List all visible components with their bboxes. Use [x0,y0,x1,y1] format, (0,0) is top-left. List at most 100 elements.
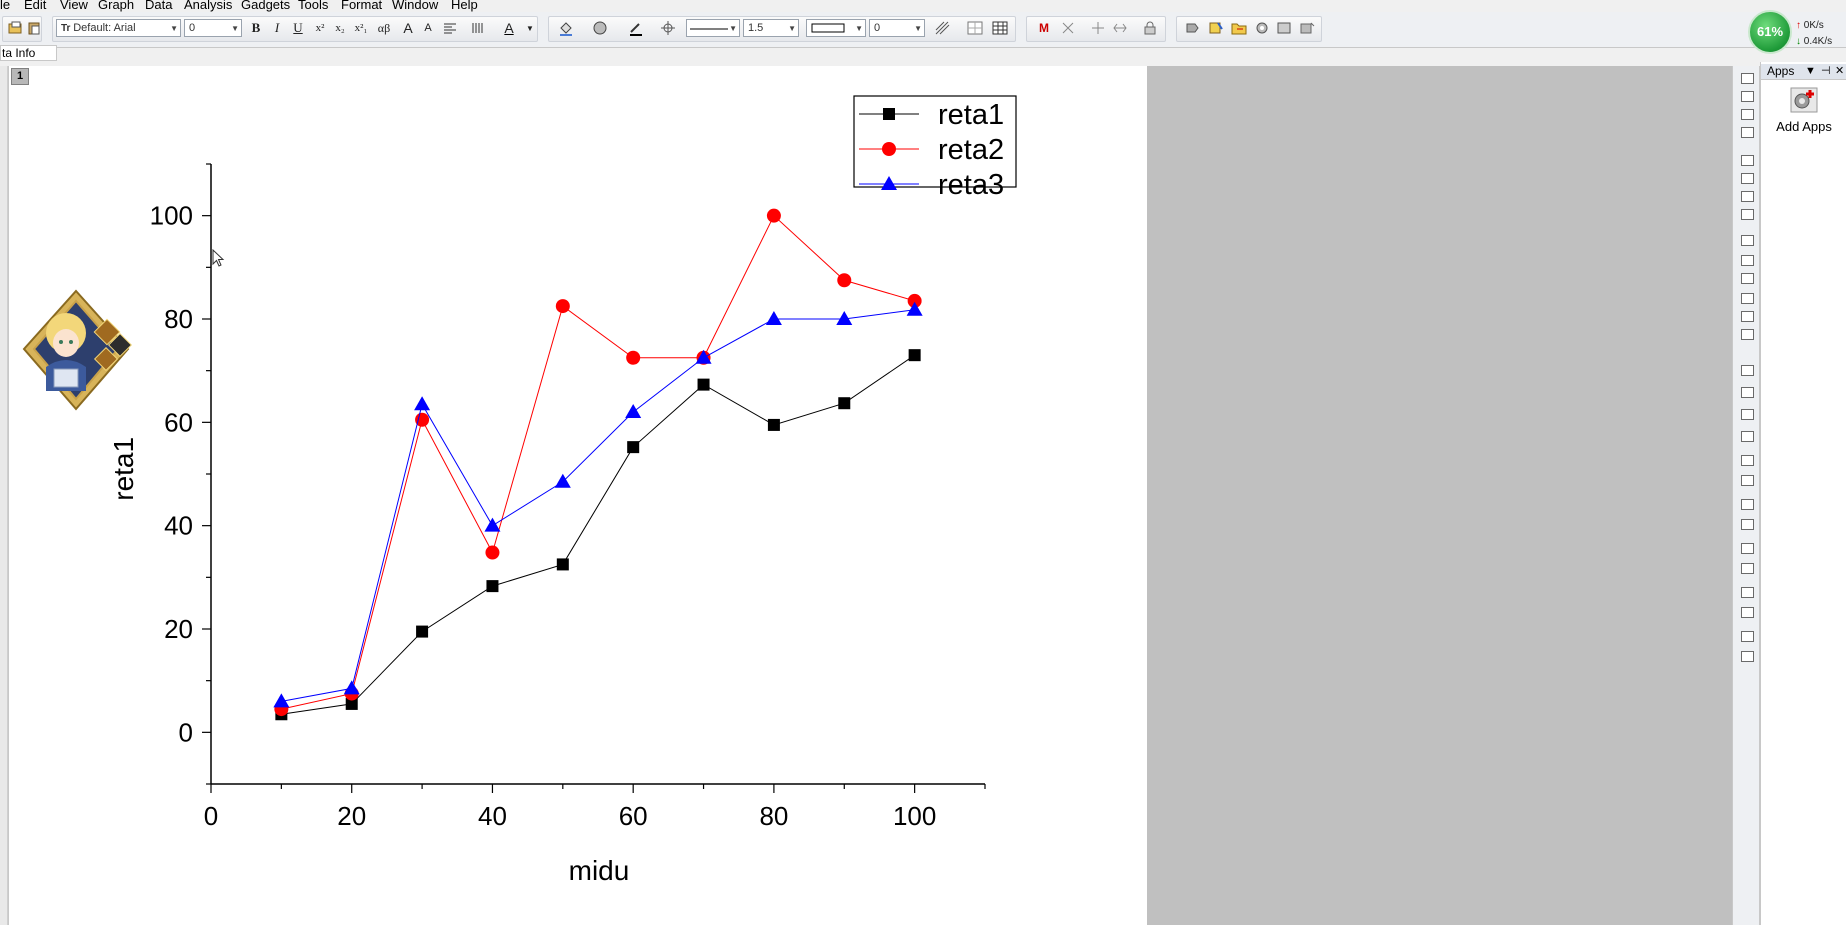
mask-icon[interactable]: M [1034,18,1054,38]
data-point[interactable] [767,418,780,431]
font-size-select[interactable]: 0 ▼ [184,19,242,37]
symbol-icon[interactable] [658,18,678,38]
table-icon[interactable] [990,18,1010,38]
data-point[interactable] [556,558,569,571]
border-style-select[interactable]: ▼ [806,19,866,37]
extract-layers-icon[interactable] [1738,206,1756,222]
gadget-icon[interactable] [1182,18,1202,38]
add-apps-button[interactable]: Add Apps [1761,86,1846,134]
subscript-icon[interactable]: x₂ [330,18,350,38]
axis-top-icon[interactable] [1738,290,1756,306]
axis-bottom-icon[interactable] [1738,270,1756,286]
line-width-select[interactable]: 1.5 ▼ [743,19,799,37]
menu-window[interactable]: Window [392,0,438,12]
italic-icon[interactable]: I [267,18,287,38]
fill-color-icon[interactable] [556,18,576,38]
graph-canvas[interactable]: 0 20 40 60 80 100 0 20 40 60 80 100 midu reta1 reta… [8,66,1147,925]
pattern-fill-icon[interactable] [590,18,610,38]
unmask-icon[interactable] [1058,18,1078,38]
legend-marker[interactable] [882,142,896,156]
menu-help[interactable]: Help [451,0,478,12]
layer-icon[interactable] [1738,152,1756,168]
dropdown-arrow-icon[interactable]: ▼ [1805,64,1816,79]
menu-analysis[interactable]: Analysis [184,0,232,12]
align-left-icon[interactable] [440,18,460,38]
cpu-usage-badge[interactable]: 61% [1748,10,1792,54]
align-right-icon[interactable] [1738,384,1756,400]
data-point[interactable] [343,680,360,695]
y-axis-label[interactable]: reta1 [108,437,139,501]
data-reader-icon[interactable] [1088,18,1108,38]
data-point[interactable] [484,517,501,532]
bring-front-icon[interactable] [1738,540,1756,556]
axis-right-icon[interactable] [1738,252,1756,268]
arrange-layers-icon[interactable] [1738,188,1756,204]
hatch-pattern-icon[interactable] [933,18,953,38]
lock-icon[interactable] [1140,18,1160,38]
data-point[interactable] [765,311,782,325]
script-icon[interactable] [1297,18,1317,38]
move-icon[interactable] [1738,648,1756,664]
menu-file[interactable]: le [0,0,10,12]
menu-edit[interactable]: Edit [24,0,46,12]
merge-graph-icon[interactable] [1738,170,1756,186]
group-icon[interactable] [1738,584,1756,600]
menu-gadgets[interactable]: Gadgets [241,0,290,12]
data-point[interactable] [626,350,641,365]
screen-reader-icon[interactable] [1110,18,1130,38]
data-info-tab[interactable]: ta Info [0,45,57,61]
superscript-subscript-icon[interactable]: x²₁ [351,18,371,38]
rotate-icon[interactable] [1738,106,1756,122]
close-icon[interactable]: ✕ [1835,64,1844,79]
data-point[interactable] [837,273,852,288]
data-point[interactable] [908,349,921,362]
distribute-h-icon[interactable] [1738,452,1756,468]
menu-tools[interactable]: Tools [298,0,328,12]
font-name-select[interactable]: Tr Default: Arial ▼ [56,19,181,37]
paste-icon[interactable] [24,18,44,38]
menu-format[interactable]: Format [341,0,382,12]
data-point[interactable] [697,378,710,391]
notes-icon[interactable] [1206,18,1226,38]
settings-icon[interactable] [1252,18,1272,38]
axis-corner-icon[interactable] [1738,308,1756,324]
line-color-icon[interactable] [626,18,646,38]
special-characters-icon[interactable] [468,18,488,38]
underline-icon[interactable]: U [288,18,308,38]
superscript-icon[interactable]: x² [310,18,330,38]
increase-font-icon[interactable]: A [398,18,418,38]
layer-frame-icon[interactable] [965,18,985,38]
resize-icon[interactable] [1738,628,1756,644]
x-axis-label[interactable]: midu [569,855,630,886]
pattern-value-select[interactable]: 0 ▼ [869,19,925,37]
same-width-icon[interactable] [1738,496,1756,512]
data-point[interactable] [416,625,429,638]
axis-left-icon[interactable] [1738,232,1756,248]
data-point[interactable] [627,441,640,454]
import-icon[interactable] [6,18,26,38]
same-height-icon[interactable] [1738,516,1756,532]
zoom-pan-icon[interactable] [1738,88,1756,104]
data-point[interactable] [486,580,499,593]
font-color-icon[interactable]: A [499,18,519,38]
chevron-down-icon[interactable]: ▼ [520,18,540,38]
distribute-v-icon[interactable] [1738,472,1756,488]
axis-break-icon[interactable] [1738,326,1756,342]
send-back-icon[interactable] [1738,560,1756,576]
draw-data-icon[interactable] [1738,124,1756,140]
worksheet-icon[interactable] [1274,18,1294,38]
ungroup-icon[interactable] [1738,604,1756,620]
align-bottom-icon[interactable] [1738,428,1756,444]
data-point[interactable] [838,397,851,410]
data-point[interactable] [555,299,570,314]
line-style-select[interactable]: ▼ [686,19,740,37]
legend[interactable]: reta1reta2reta3 [853,95,1017,201]
menu-data[interactable]: Data [145,0,172,12]
menu-graph[interactable]: Graph [98,0,134,12]
pointer-icon[interactable] [1738,70,1756,86]
data-point[interactable] [625,404,642,418]
data-point[interactable] [485,545,500,560]
menu-view[interactable]: View [60,0,88,12]
greek-icon[interactable]: αβ [374,18,394,38]
align-left-icon[interactable] [1738,362,1756,378]
